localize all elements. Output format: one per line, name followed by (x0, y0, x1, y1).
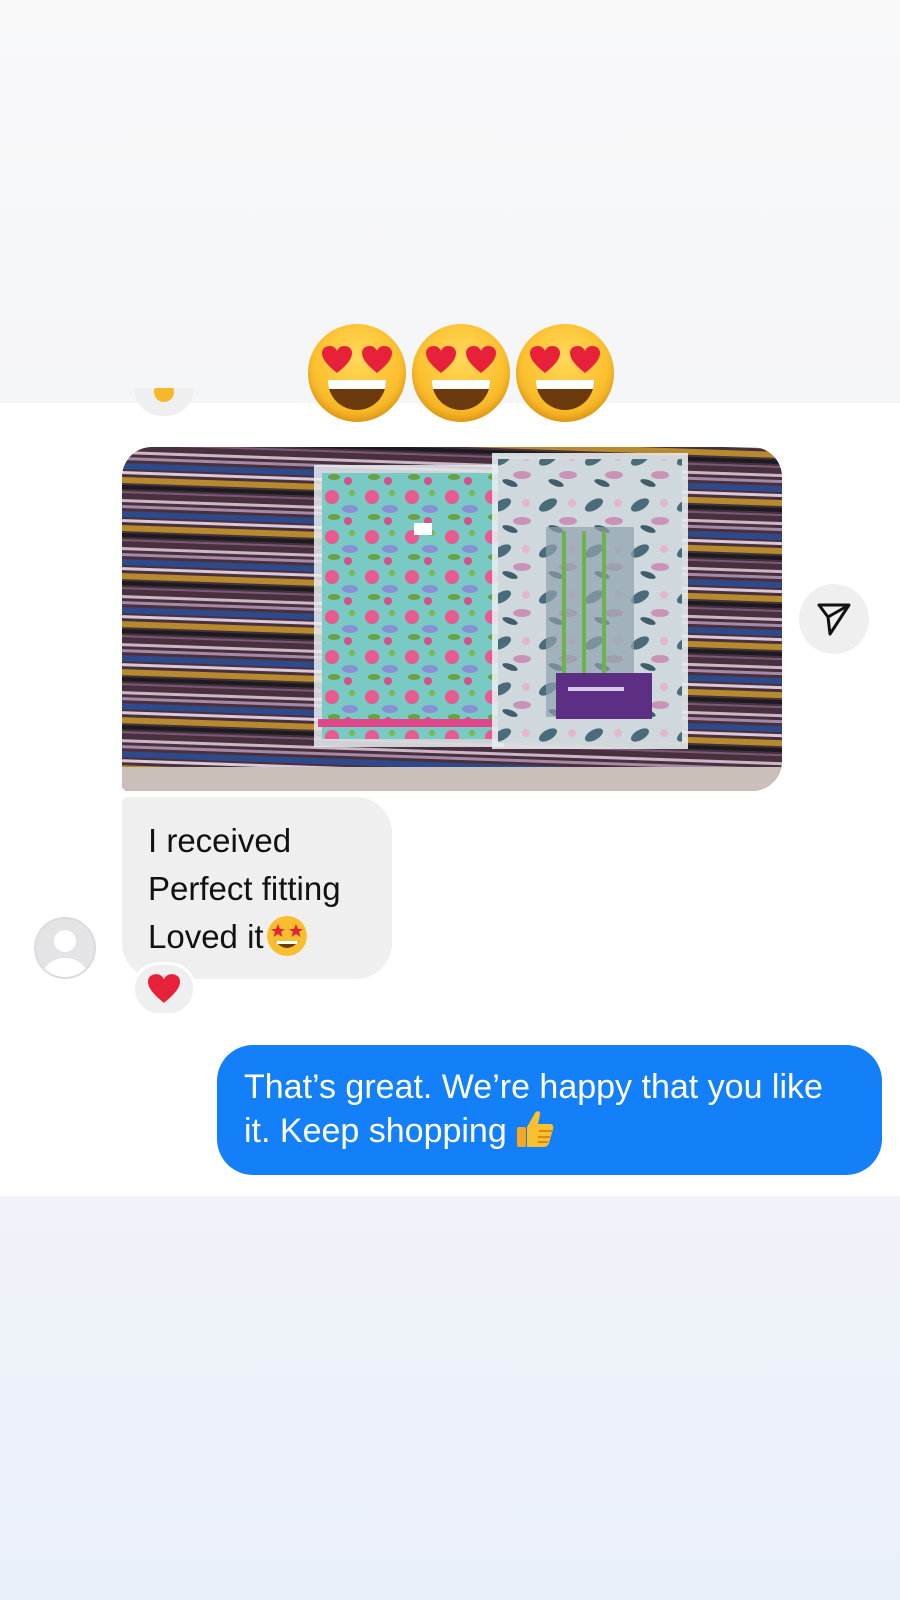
contact-avatar[interactable] (34, 917, 96, 979)
incoming-message-bubble[interactable]: I received Perfect fitting Loved it (122, 797, 392, 979)
red-heart-icon (148, 974, 180, 1003)
star-struck-emoji-icon (266, 916, 307, 957)
thumbs-up-emoji-icon (516, 1111, 554, 1148)
message-line: I received (148, 822, 292, 859)
outgoing-message-bubble[interactable]: That’s great. We’re happy that you like … (217, 1045, 882, 1175)
photo-attachment-icon (122, 447, 782, 791)
message-line: That’s great. We’re happy that you like (244, 1068, 823, 1106)
message-line: Perfect fitting (148, 870, 341, 907)
message-line-last: it. Keep shopping (244, 1109, 856, 1153)
share-send-icon (817, 603, 851, 636)
heart-eyes-emoji-icon (308, 324, 406, 422)
bottom-backdrop (0, 1196, 900, 1600)
photo-message[interactable] (122, 447, 782, 791)
share-button[interactable] (799, 584, 869, 654)
heart-eyes-emoji-icon (516, 324, 614, 422)
message-line-last: Loved it (148, 913, 366, 961)
heart-reaction-chip[interactable] (132, 962, 196, 1016)
emoji-partial-icon (154, 388, 174, 402)
heart-eyes-emoji-icon (412, 324, 510, 422)
default-avatar-icon (43, 930, 87, 977)
message-line-text: Loved it (148, 918, 264, 955)
heart-eyes-emoji-row (308, 324, 618, 424)
message-line-text: it. Keep shopping (244, 1112, 507, 1150)
